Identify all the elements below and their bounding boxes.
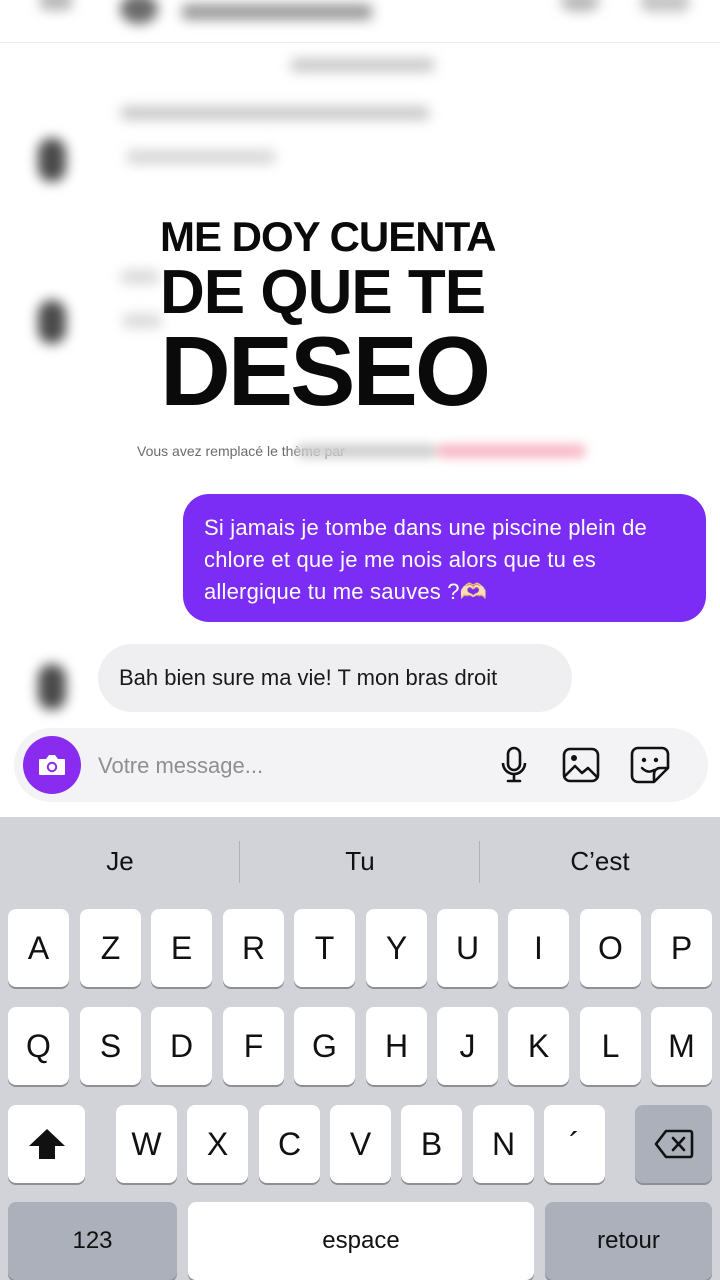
key-d[interactable]: D: [151, 1007, 212, 1085]
key-k[interactable]: K: [508, 1007, 569, 1085]
camera-icon: [39, 755, 65, 775]
gallery-icon[interactable]: [561, 744, 601, 786]
blurred-theme-name: [296, 442, 586, 460]
numbers-key[interactable]: 123: [8, 1202, 177, 1280]
key-n[interactable]: N: [473, 1105, 534, 1183]
contact-avatar[interactable]: [120, 0, 158, 24]
keyboard: Je Tu C’est A Z E R T Y U I O P Q S D F …: [0, 817, 720, 1280]
blurred-line-2: [122, 314, 162, 328]
blurred-avatar-2: [38, 300, 66, 344]
microphone-icon[interactable]: [494, 744, 534, 786]
key-p[interactable]: P: [651, 909, 712, 987]
blurred-timestamp: [290, 58, 435, 72]
contact-name: [182, 4, 372, 20]
message-input[interactable]: [98, 750, 478, 782]
shift-icon: [28, 1129, 65, 1159]
incoming-message[interactable]: Bah bien sure ma vie! T mon bras droit: [98, 644, 572, 712]
headline-line-1: ME DOY CUENTA: [160, 213, 496, 260]
key-l[interactable]: L: [580, 1007, 641, 1085]
sender-avatar: [38, 664, 66, 710]
key-y[interactable]: Y: [366, 909, 427, 987]
return-key[interactable]: retour: [545, 1202, 712, 1280]
camera-button[interactable]: [23, 736, 81, 794]
key-v[interactable]: V: [330, 1105, 391, 1183]
backspace-icon: [654, 1129, 693, 1159]
blurred-note: [120, 106, 430, 120]
key-f[interactable]: F: [223, 1007, 284, 1085]
key-o[interactable]: O: [580, 909, 641, 987]
key-z[interactable]: Z: [80, 909, 141, 987]
key-r[interactable]: R: [223, 909, 284, 987]
key-u[interactable]: U: [437, 909, 498, 987]
shift-key[interactable]: [8, 1105, 85, 1183]
call-icon[interactable]: [560, 0, 600, 12]
video-icon[interactable]: [640, 0, 690, 12]
key-i[interactable]: I: [508, 909, 569, 987]
key-s[interactable]: S: [80, 1007, 141, 1085]
key-h[interactable]: H: [366, 1007, 427, 1085]
key-w[interactable]: W: [116, 1105, 177, 1183]
outgoing-message[interactable]: Si jamais je tombe dans une piscine plei…: [183, 494, 706, 622]
blurred-avatar: [38, 138, 66, 182]
suggestion-1[interactable]: Je: [0, 817, 240, 905]
key-e[interactable]: E: [151, 909, 212, 987]
key-t[interactable]: T: [294, 909, 355, 987]
key-q[interactable]: Q: [8, 1007, 69, 1085]
key-m[interactable]: M: [651, 1007, 712, 1085]
key-x[interactable]: X: [187, 1105, 248, 1183]
key-acute-accent[interactable]: ´: [544, 1105, 605, 1183]
space-key[interactable]: espace: [188, 1202, 534, 1280]
headline-line-3: DESEO: [160, 316, 491, 426]
sticker-icon[interactable]: [630, 744, 670, 786]
key-g[interactable]: G: [294, 1007, 355, 1085]
suggestion-3[interactable]: C’est: [480, 817, 720, 905]
key-c[interactable]: C: [259, 1105, 320, 1183]
key-a[interactable]: A: [8, 909, 69, 987]
key-b[interactable]: B: [401, 1105, 462, 1183]
headline-line-2: DE QUE TE: [160, 258, 486, 327]
blurred-message: [126, 150, 276, 164]
back-icon[interactable]: [40, 0, 72, 10]
backspace-key[interactable]: [635, 1105, 712, 1183]
blurred-line: [120, 270, 160, 284]
chat-header: [0, 0, 720, 43]
key-j[interactable]: J: [437, 1007, 498, 1085]
suggestion-2[interactable]: Tu: [240, 817, 480, 905]
